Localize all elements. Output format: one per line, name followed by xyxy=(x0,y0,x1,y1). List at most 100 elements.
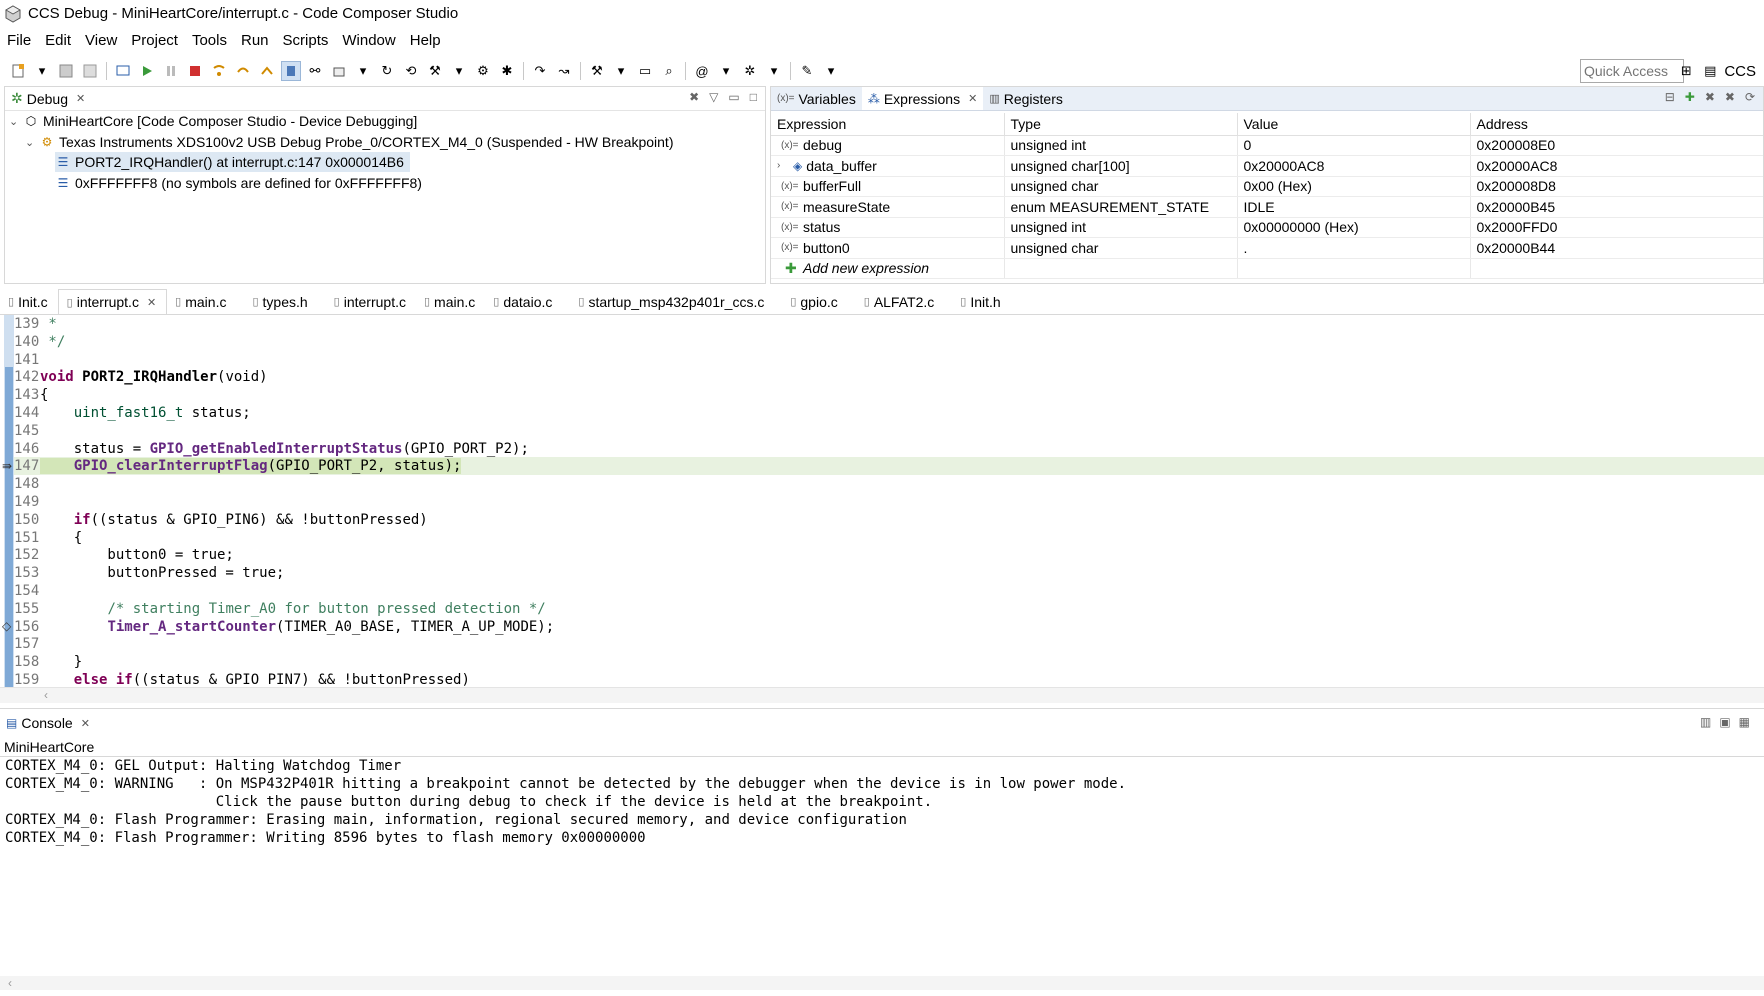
at-icon[interactable]: @ xyxy=(692,61,712,81)
dropdown-arrow-icon[interactable]: ▾ xyxy=(764,61,784,81)
step-over-icon[interactable] xyxy=(233,61,253,81)
step-over-assembly-icon[interactable]: ↝ xyxy=(554,61,574,81)
view-menu-icon[interactable]: ▽ xyxy=(709,90,718,104)
editor-tab[interactable]: ▯ main.c xyxy=(416,289,485,314)
tree-stack-frame[interactable]: ☰ PORT2_IRQHandler() at interrupt.c:147 … xyxy=(55,152,410,172)
table-row[interactable]: (x)= bufferFull unsigned char 0x00 (Hex) … xyxy=(771,176,1763,197)
tree-stack-frame[interactable]: ☰ 0xFFFFFFF8 (no symbols are defined for… xyxy=(55,173,422,193)
step-into-icon[interactable] xyxy=(209,61,229,81)
expression-value[interactable]: 0 xyxy=(1237,135,1471,156)
expand-icon[interactable]: › xyxy=(777,160,789,171)
ccs-perspective-icon[interactable]: ▤ xyxy=(1698,60,1722,82)
scroll-left-icon[interactable]: ‹ xyxy=(44,688,48,702)
close-icon[interactable]: ✕ xyxy=(81,717,90,730)
table-row[interactable]: › ◈ data_buffer unsigned char[100] 0x20000… xyxy=(771,155,1763,177)
pin-icon[interactable]: ✎ xyxy=(797,61,817,81)
tab-variables[interactable]: (x)= Variables xyxy=(771,87,862,110)
menu-window[interactable]: Window xyxy=(335,32,402,49)
expression-value[interactable]: 0x00000000 (Hex) xyxy=(1237,217,1471,238)
console-horizontal-scrollbar[interactable]: ‹ xyxy=(0,976,1764,990)
window-icon[interactable]: ▭ xyxy=(635,61,655,81)
editor-tab[interactable]: ▯ startup_msp432p401r_ccs.c xyxy=(562,289,774,314)
menu-view[interactable]: View xyxy=(78,32,124,49)
collapse-icon[interactable]: ⌄ xyxy=(9,115,23,128)
restart-icon[interactable]: ↻ xyxy=(377,61,397,81)
pin-console-icon[interactable]: ▣ xyxy=(1719,715,1730,729)
column-expression[interactable]: Expression xyxy=(771,113,1005,136)
dropdown-arrow-icon[interactable]: ▾ xyxy=(716,61,736,81)
reset-icon[interactable]: ⟲ xyxy=(401,61,421,81)
debug-target-icon[interactable]: ⚙ xyxy=(473,61,493,81)
close-icon[interactable]: ✕ xyxy=(968,92,977,105)
remove-icon[interactable]: ✖ xyxy=(1705,90,1715,104)
editor-tab[interactable]: ▯ interrupt.c xyxy=(318,289,416,314)
column-address[interactable]: Address xyxy=(1470,113,1763,136)
tab-expressions[interactable]: ⁂ Expressions ✕ xyxy=(861,87,984,110)
editor-tab[interactable]: ▯ dataio.c xyxy=(485,289,562,314)
expression-value[interactable]: . xyxy=(1237,237,1471,259)
column-value[interactable]: Value xyxy=(1237,113,1471,136)
menu-project[interactable]: Project xyxy=(124,32,185,49)
connect-icon[interactable]: ⚯ xyxy=(305,61,325,81)
column-type[interactable]: Type xyxy=(1004,113,1238,136)
step-return-icon[interactable] xyxy=(257,61,277,81)
editor-tab[interactable]: ▯ Init.h xyxy=(944,289,1010,314)
breakpoint-icon[interactable]: ◇ xyxy=(2,619,11,633)
new-icon[interactable] xyxy=(8,61,28,81)
gear-run-icon[interactable]: ✱ xyxy=(497,61,517,81)
memory-icon[interactable] xyxy=(281,61,301,81)
open-perspective-icon[interactable]: ⊞ xyxy=(1674,60,1698,82)
hammer-icon[interactable]: ⚒ xyxy=(587,61,607,81)
load-program-icon[interactable] xyxy=(329,61,349,81)
terminal-icon[interactable] xyxy=(113,61,133,81)
minimize-icon[interactable]: ▭ xyxy=(728,90,739,104)
tab-console[interactable]: ▤ Console ✕ xyxy=(0,715,96,731)
breakpoint-instruction-pointer-icon[interactable]: ⇛ xyxy=(2,459,12,473)
menu-run[interactable]: Run xyxy=(234,32,276,49)
dropdown-arrow-icon[interactable]: ▾ xyxy=(449,61,469,81)
close-icon[interactable]: ✕ xyxy=(147,296,156,309)
remove-all-icon[interactable]: ✖ xyxy=(1725,90,1735,104)
refresh-icon[interactable]: ⟳ xyxy=(1745,90,1755,104)
editor-tab-active[interactable]: ▯ interrupt.c ✕ xyxy=(57,289,168,314)
step-assembly-icon[interactable]: ↷ xyxy=(530,61,550,81)
ccs-perspective-label[interactable]: CCS xyxy=(1722,63,1764,80)
save-icon[interactable] xyxy=(56,61,76,81)
build-icon[interactable]: ⚒ xyxy=(425,61,445,81)
suspend-icon[interactable] xyxy=(161,61,181,81)
add-expression-icon[interactable]: ✚ xyxy=(1685,90,1695,104)
table-row[interactable]: (x)= measureState enum MEASUREMENT_STATE … xyxy=(771,196,1763,218)
add-new-expression-row[interactable]: ✚ Add new expression xyxy=(771,258,1763,279)
display-selected-console-icon[interactable]: ▦ xyxy=(1739,715,1750,729)
table-row[interactable]: (x)= button0 unsigned char . 0x20000B44 xyxy=(771,237,1763,259)
clear-console-icon[interactable]: ▥ xyxy=(1700,715,1711,729)
menu-tools[interactable]: Tools xyxy=(185,32,234,49)
scroll-left-icon[interactable]: ‹ xyxy=(8,976,12,990)
dropdown-arrow-icon[interactable]: ▾ xyxy=(32,61,52,81)
maximize-icon[interactable]: □ xyxy=(750,90,757,104)
tab-debug[interactable]: ✲ Debug ✕ xyxy=(5,90,92,107)
code-editor[interactable]: 139 * 140 */ 141 142 void PORT2_IRQHandle… xyxy=(0,315,1764,687)
expression-value[interactable]: IDLE xyxy=(1237,196,1471,218)
save-all-icon[interactable] xyxy=(80,61,100,81)
bug-icon[interactable]: ✲ xyxy=(740,61,760,81)
table-row[interactable]: (x)= debug unsigned int 0 0x200008E0 xyxy=(771,135,1763,156)
menu-help[interactable]: Help xyxy=(403,32,448,49)
search-icon[interactable]: ⌕ xyxy=(659,61,679,81)
editor-tab[interactable]: ▯ main.c xyxy=(167,289,236,314)
dropdown-arrow-icon[interactable]: ▾ xyxy=(821,61,841,81)
editor-tab[interactable]: ▯ Init.c xyxy=(0,289,58,314)
quick-access-input[interactable] xyxy=(1580,59,1684,83)
editor-horizontal-scrollbar[interactable]: ‹ xyxy=(0,687,1764,703)
dropdown-arrow-icon[interactable]: ▾ xyxy=(353,61,373,81)
remove-terminated-icon[interactable]: ✖ xyxy=(689,90,699,104)
resume-icon[interactable] xyxy=(137,61,157,81)
collapse-all-icon[interactable]: ⊟ xyxy=(1665,90,1675,104)
expression-value[interactable]: 0x20000AC8 xyxy=(1237,155,1471,177)
terminate-icon[interactable] xyxy=(185,61,205,81)
editor-tab[interactable]: ▯ types.h xyxy=(236,289,317,314)
editor-tab[interactable]: ▯ gpio.c xyxy=(774,289,847,314)
collapse-icon[interactable]: ⌄ xyxy=(25,136,39,149)
tree-target-node[interactable]: ⌄ ⚙ Texas Instruments XDS100v2 USB Debug… xyxy=(25,132,673,152)
expression-value[interactable]: 0x00 (Hex) xyxy=(1237,176,1471,197)
